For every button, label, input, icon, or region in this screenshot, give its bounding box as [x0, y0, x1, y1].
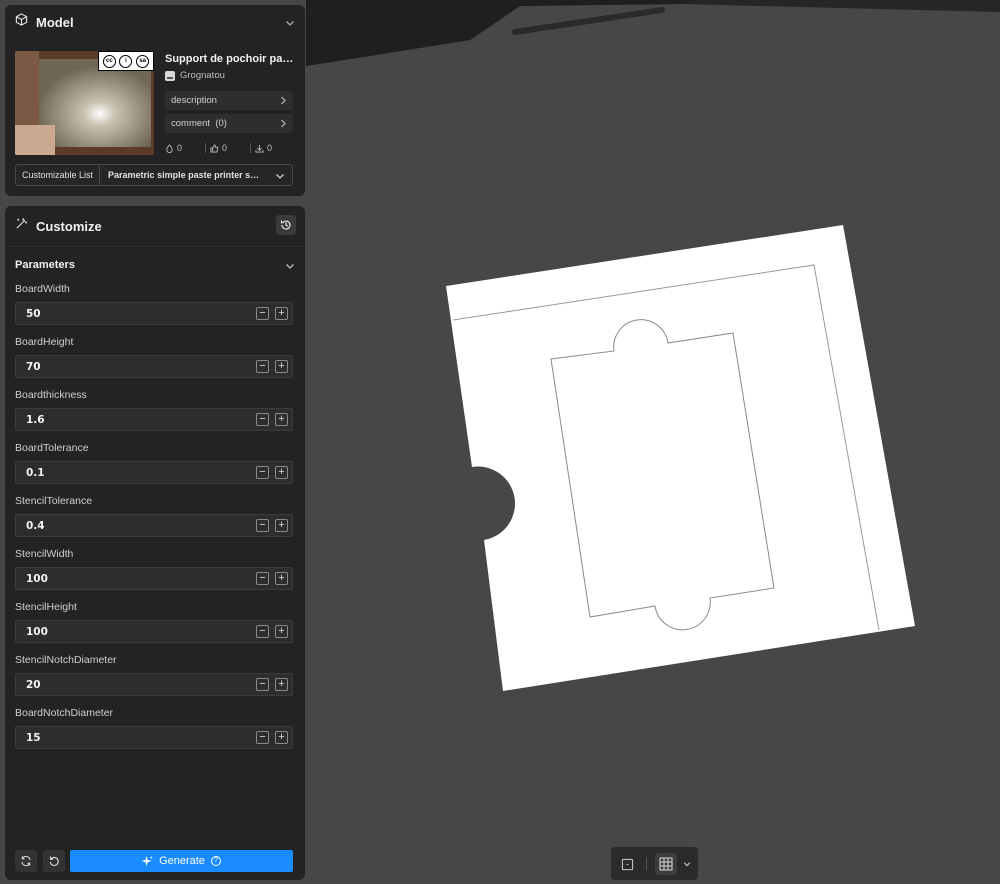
like-icon — [166, 143, 173, 153]
decrement-button[interactable]: − — [256, 413, 269, 426]
list-value: Parametric simple paste printer stencil … — [108, 170, 260, 180]
generate-label: Generate — [159, 855, 205, 867]
param-label-boardwidth: BoardWidth — [15, 283, 70, 295]
chevron-down-icon — [275, 171, 285, 183]
frame-view-button[interactable] — [616, 853, 638, 875]
grid-icon — [659, 857, 673, 871]
param-label-boardnotchdiameter: BoardNotchDiameter — [15, 707, 114, 719]
parameters-section-header[interactable]: Parameters — [15, 259, 295, 271]
customize-panel: Customize Parameters BoardWidth 50 − + B… — [5, 206, 305, 880]
param-input-boardheight[interactable]: 70 − + — [15, 355, 293, 378]
increment-button[interactable]: + — [275, 572, 288, 585]
param-input-stencilnotchdiameter[interactable]: 20 − + — [15, 673, 293, 696]
refresh-icon — [21, 855, 31, 867]
increment-button[interactable]: + — [275, 413, 288, 426]
param-label-boardheight: BoardHeight — [15, 336, 74, 348]
increment-button[interactable]: + — [275, 731, 288, 744]
increment-button[interactable]: + — [275, 307, 288, 320]
model-thumbnail[interactable]: cc i sa — [15, 51, 154, 155]
model-stats: 0 0 0 — [165, 143, 295, 153]
download-icon — [255, 144, 264, 153]
decrement-button[interactable]: − — [256, 360, 269, 373]
decrement-button[interactable]: − — [256, 466, 269, 479]
increment-button[interactable]: + — [275, 466, 288, 479]
cube-icon — [15, 13, 28, 31]
reset-button[interactable] — [43, 850, 65, 872]
author[interactable]: Grognatou — [165, 70, 225, 81]
download-stat[interactable]: 0 — [255, 143, 295, 153]
param-input-stencilheight[interactable]: 100 − + — [15, 620, 293, 643]
history-icon — [280, 220, 291, 230]
model-panel: Model cc i sa Support de pochoir paramé — [5, 5, 305, 196]
list-label: Customizable List — [16, 165, 101, 185]
model-panel-title: Model — [36, 14, 74, 30]
avatar — [165, 70, 175, 81]
refresh-button[interactable] — [15, 850, 37, 872]
decrement-button[interactable]: − — [256, 625, 269, 638]
generate-button[interactable]: Generate ? — [70, 850, 293, 872]
magic-wand-icon — [15, 217, 28, 235]
increment-button[interactable]: + — [275, 360, 288, 373]
decrement-button[interactable]: − — [256, 519, 269, 532]
param-label-boardtolerance: BoardTolerance — [15, 442, 89, 454]
chevron-down-icon — [285, 261, 295, 274]
chevron-down-icon[interactable] — [285, 15, 295, 33]
description-label: description — [171, 95, 217, 106]
param-label-stencilwidth: StencilWidth — [15, 548, 74, 560]
chevron-right-icon — [279, 96, 287, 108]
param-input-boardtolerance[interactable]: 0.1 − + — [15, 461, 293, 484]
decrement-button[interactable]: − — [256, 678, 269, 691]
sparkle-icon — [142, 855, 153, 866]
thumbs-up-stat[interactable]: 0 — [210, 143, 250, 153]
decrement-button[interactable]: − — [256, 307, 269, 320]
decrement-button[interactable]: − — [256, 731, 269, 744]
increment-button[interactable]: + — [275, 625, 288, 638]
history-button[interactable] — [276, 215, 296, 235]
chevron-right-icon — [279, 119, 287, 131]
param-input-stenciltolerance[interactable]: 0.4 − + — [15, 514, 293, 537]
author-name: Grognatou — [180, 70, 225, 81]
view-options-dropdown[interactable] — [680, 853, 694, 875]
customizable-list-select[interactable]: Customizable List Parametric simple past… — [15, 164, 293, 186]
frame-icon — [621, 858, 633, 870]
param-input-boardwidth[interactable]: 50 − + — [15, 302, 293, 325]
param-label-boardthickness: Boardthickness — [15, 389, 87, 401]
backdrop-slot — [512, 7, 665, 35]
param-input-boardnotchdiameter[interactable]: 15 − + — [15, 726, 293, 749]
model-panel-header[interactable]: Model — [5, 5, 305, 39]
license-badge: cc i sa — [98, 51, 154, 71]
decrement-button[interactable]: − — [256, 572, 269, 585]
chevron-down-icon — [683, 862, 691, 867]
model-title[interactable]: Support de pochoir paramétrique — [165, 53, 295, 65]
comment-link[interactable]: comment (0) — [165, 114, 293, 133]
param-label-stencilnotchdiameter: StencilNotchDiameter — [15, 654, 117, 666]
grid-toggle-button[interactable] — [655, 853, 677, 875]
comment-label: comment (0) — [171, 118, 227, 129]
param-label-stenciltolerance: StencilTolerance — [15, 495, 93, 507]
param-input-boardthickness[interactable]: 1.6 − + — [15, 408, 293, 431]
undo-icon — [49, 856, 59, 866]
thumbs-up-icon — [210, 143, 219, 153]
description-link[interactable]: description — [165, 91, 293, 110]
param-input-stencilwidth[interactable]: 100 − + — [15, 567, 293, 590]
increment-button[interactable]: + — [275, 678, 288, 691]
customize-title: Customize — [36, 218, 102, 234]
increment-button[interactable]: + — [275, 519, 288, 532]
customize-panel-header: Customize — [5, 206, 305, 246]
param-label-stencilheight: StencilHeight — [15, 601, 77, 613]
help-icon[interactable]: ? — [210, 856, 221, 866]
viewport-toolbar — [611, 847, 698, 880]
like-stat[interactable]: 0 — [165, 143, 205, 153]
